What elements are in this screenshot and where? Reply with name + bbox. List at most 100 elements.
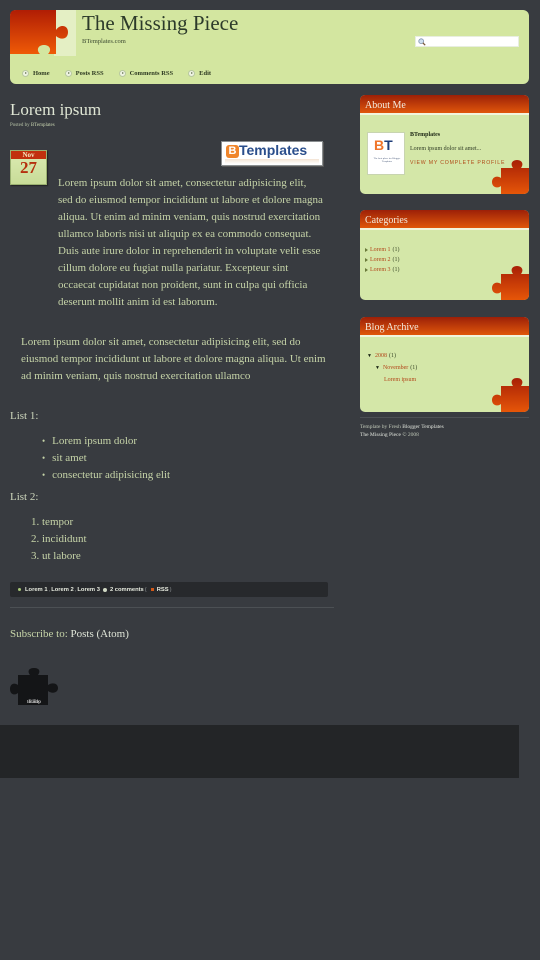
widget-title: Blog Archive [360, 317, 529, 337]
puzzle-corner-icon [492, 378, 529, 412]
numbered-list: 1. tempor 2. incididunt 3. ut labore [31, 514, 87, 565]
bt-logo: BT [374, 137, 393, 153]
category-link[interactable]: Lorem 1 [370, 245, 391, 255]
post-title[interactable]: Lorem ipsum [10, 100, 334, 120]
divider [10, 607, 334, 608]
list-item: 3. ut labore [31, 550, 81, 562]
credits-link[interactable]: Blogger Templates [402, 424, 444, 430]
back-line2: to Top [26, 699, 42, 705]
post-paragraph: Lorem ipsum dolor sit amet, consectetur … [21, 336, 326, 382]
puzzle-logo-icon [10, 10, 68, 54]
archive-count: (1) [410, 365, 418, 371]
triangle-bullet-icon [365, 268, 368, 272]
label-link[interactable]: Lorem 3 [77, 587, 100, 593]
subscribe-link[interactable]: Posts (Atom) [71, 628, 129, 640]
category-item: Lorem 1 (1) [365, 245, 400, 255]
category-link[interactable]: Lorem 3 [370, 265, 391, 275]
category-item: Lorem 3 (1) [365, 265, 400, 275]
category-count: (1) [392, 267, 400, 273]
sidebar-divider [360, 417, 529, 418]
widget-title: Categories [360, 210, 529, 230]
puzzle-corner-icon [492, 266, 529, 300]
puzzle-corner-icon [492, 160, 529, 194]
profile-text: Lorem ipsum dolor sit amet... [410, 146, 482, 152]
header: The Missing Piece BTemplates.com Home Po… [10, 10, 529, 84]
widget-blog-archive: Blog Archive ▼ 2008 (1) ▼ November (1) L… [360, 317, 529, 412]
nav-label: Comments RSS [129, 70, 174, 77]
search-input[interactable] [428, 37, 518, 46]
blog-description: BTemplates.com [82, 38, 126, 45]
comment-bullet-icon [102, 587, 107, 592]
post-footer: Lorem 1, Lorem 2, Lorem 3 2 comments ( R… [10, 582, 328, 597]
search-icon [418, 38, 426, 46]
subscribe-label: Subscribe to: [10, 628, 68, 640]
category-count: (1) [392, 247, 400, 253]
post-paragraph: Lorem ipsum dolor sit amet, consectetur … [58, 177, 323, 308]
profile-avatar[interactable]: BT The best place for Blogger Templates [367, 132, 405, 175]
nav-label: Home [33, 70, 50, 77]
banner-reflection [225, 159, 319, 164]
list-item: 1. tempor [31, 516, 74, 528]
author-link[interactable]: BTemplates [31, 123, 55, 128]
arrow-bullet-icon [22, 70, 29, 77]
widget-categories: Categories Lorem 1 (1) Lorem 2 (1) Lorem 3… [360, 210, 529, 300]
back-to-top-label: Back to Top [10, 683, 58, 705]
rss-icon [150, 588, 154, 591]
top-nav: Home Posts RSS Comments RSS Edit [22, 70, 226, 77]
blog-home-link[interactable]: The Missing Piece [360, 432, 401, 438]
arrow-bullet-icon [188, 70, 196, 77]
blogger-logo-icon: B [226, 145, 239, 158]
list-label: List 1: [10, 410, 39, 422]
arrow-bullet-icon [118, 70, 126, 77]
label-link[interactable]: Lorem 1 [25, 587, 48, 593]
list-item: 2. incididunt [31, 533, 87, 545]
list-item: Lorem ipsum dolor [42, 433, 170, 450]
triangle-bullet-icon [365, 258, 368, 262]
archive-year-link[interactable]: 2008 [375, 353, 387, 359]
category-item: Lorem 2 (1) [365, 255, 400, 265]
archive-post-link[interactable]: Lorem ipsum [384, 377, 416, 383]
comments-link[interactable]: 2 comments [110, 587, 144, 593]
avatar-caption: The best place for Blogger Templates [373, 157, 401, 163]
archive-month-link[interactable]: November [383, 365, 408, 371]
subscribe: Subscribe to: Posts (Atom) [10, 628, 129, 640]
archive-count: (1) [388, 353, 396, 359]
widget-about-me: About Me BT The best place for Blogger T… [360, 95, 529, 194]
bullet-list: Lorem ipsum dolor sit amet consectetur a… [42, 433, 170, 484]
archive-month: ▼ November (1) [375, 365, 417, 371]
collapse-toggle-icon[interactable]: ▼ [367, 354, 372, 359]
nav-label: Edit [199, 70, 212, 77]
label-link[interactable]: Lorem 2 [51, 587, 74, 593]
category-count: (1) [392, 257, 400, 263]
rss-link[interactable]: RSS [157, 587, 169, 593]
post-meta: Posted by BTemplates [10, 123, 334, 128]
category-link[interactable]: Lorem 2 [370, 255, 391, 265]
archive-post: Lorem ipsum [384, 377, 416, 383]
date-day: 27 [20, 158, 37, 177]
archive-year: ▼ 2008 (1) [367, 353, 396, 359]
credits-prefix: Template by Fresh [360, 424, 401, 430]
main-content: Lorem ipsum Posted by BTemplates Nov 27 … [10, 100, 334, 640]
btemplates-banner-image: B Templates [221, 141, 323, 166]
search-box[interactable] [415, 36, 519, 47]
collapse-toggle-icon[interactable]: ▼ [375, 366, 380, 371]
category-list: Lorem 1 (1) Lorem 2 (1) Lorem 3 (1) [365, 245, 400, 275]
arrow-bullet-icon [64, 70, 72, 77]
nav-label: Posts RSS [75, 70, 104, 77]
nav-home[interactable]: Home [22, 70, 50, 77]
nav-edit[interactable]: Edit [188, 70, 211, 77]
list-label: List 2: [10, 491, 39, 503]
triangle-bullet-icon [365, 248, 368, 252]
profile-name: BTemplates [410, 132, 441, 138]
footer-band [0, 725, 519, 778]
blog-title[interactable]: The Missing Piece [82, 11, 238, 36]
list-item: consectetur adipisicing elit [42, 467, 170, 484]
widget-title: About Me [360, 95, 529, 115]
nav-posts-rss[interactable]: Posts RSS [64, 70, 104, 77]
credits: Template by Fresh Blogger Templates The … [360, 423, 444, 439]
back-to-top-button[interactable]: Back to Top [10, 667, 60, 707]
date-badge: Nov 27 [10, 150, 47, 185]
copyright: © 2008 [402, 432, 419, 438]
label-bullet-icon [18, 588, 21, 591]
nav-comments-rss[interactable]: Comments RSS [118, 70, 174, 77]
